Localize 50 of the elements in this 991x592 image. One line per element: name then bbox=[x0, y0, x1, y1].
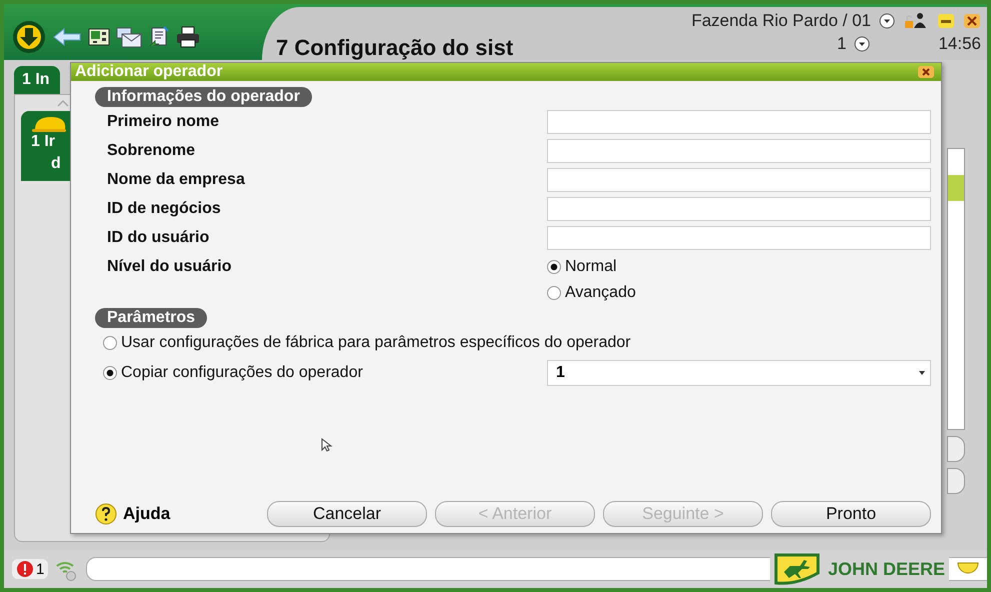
alert-count: 1 bbox=[36, 560, 44, 578]
alert-icon[interactable] bbox=[16, 560, 34, 578]
printer-icon[interactable] bbox=[176, 26, 200, 48]
side-button[interactable] bbox=[947, 436, 965, 462]
scrollbar[interactable] bbox=[947, 148, 965, 430]
dialog-button[interactable]: Cancelar bbox=[267, 501, 427, 527]
deer-logo-icon bbox=[774, 552, 820, 586]
field-label: Nível do usuário bbox=[107, 258, 232, 277]
section-header: Informações do operador bbox=[95, 87, 312, 107]
field-label: ID do usuário bbox=[107, 228, 210, 246]
clock-time: 14:56 bbox=[938, 34, 981, 54]
tab[interactable]: 1 In bbox=[14, 66, 60, 94]
field-label: ID de negócios bbox=[107, 200, 221, 218]
scroll-thumb[interactable] bbox=[948, 175, 964, 201]
dropdown-icon[interactable] bbox=[854, 36, 870, 52]
minimize-icon[interactable] bbox=[937, 13, 955, 29]
side-button[interactable] bbox=[947, 468, 965, 494]
back-arrow-icon[interactable] bbox=[52, 27, 82, 47]
input-field[interactable] bbox=[547, 196, 931, 220]
section-header: Parâmetros bbox=[95, 308, 208, 328]
farm-label: Fazenda Rio Pardo / 01 bbox=[691, 11, 871, 31]
logo-text: JOHN DEERE bbox=[828, 558, 945, 580]
input-field[interactable] bbox=[547, 226, 931, 250]
dropdown-arrow-icon bbox=[918, 370, 926, 376]
lock-person-icon bbox=[903, 12, 929, 30]
input-field[interactable] bbox=[547, 138, 931, 162]
envelope-icon[interactable] bbox=[116, 26, 142, 48]
number-label: 1 bbox=[836, 34, 846, 54]
close-icon[interactable] bbox=[917, 65, 935, 79]
mouse-cursor-icon bbox=[321, 438, 333, 452]
field-label: Primeiro nome bbox=[107, 112, 220, 130]
radio-option[interactable]: Normal bbox=[547, 258, 931, 276]
field-label: Nome da empresa bbox=[107, 170, 245, 188]
hard-hat-icon bbox=[31, 115, 67, 133]
input-field[interactable] bbox=[547, 110, 931, 134]
dropdown[interactable]: 1 bbox=[547, 360, 931, 386]
close-icon[interactable] bbox=[963, 13, 981, 29]
dialog-title: Adicionar operador bbox=[75, 63, 223, 81]
help-button[interactable]: Ajuda bbox=[95, 503, 170, 525]
dialog-button[interactable]: Pronto bbox=[771, 501, 931, 527]
radio-option[interactable]: Copiar configurações do operador bbox=[103, 364, 363, 382]
input-field[interactable] bbox=[547, 168, 931, 192]
radio-option[interactable]: Avançado bbox=[547, 284, 931, 302]
grid-icon[interactable] bbox=[88, 27, 110, 47]
dropdown-icon[interactable] bbox=[879, 13, 895, 29]
field-label: Sobrenome bbox=[107, 142, 196, 160]
screen-title: 7 Configuração do sist bbox=[276, 35, 514, 60]
question-icon bbox=[95, 503, 117, 525]
radio-option[interactable]: Usar configurações de fábrica para parâmetros específicos do operador bbox=[103, 334, 631, 352]
document-icon[interactable] bbox=[148, 26, 170, 48]
